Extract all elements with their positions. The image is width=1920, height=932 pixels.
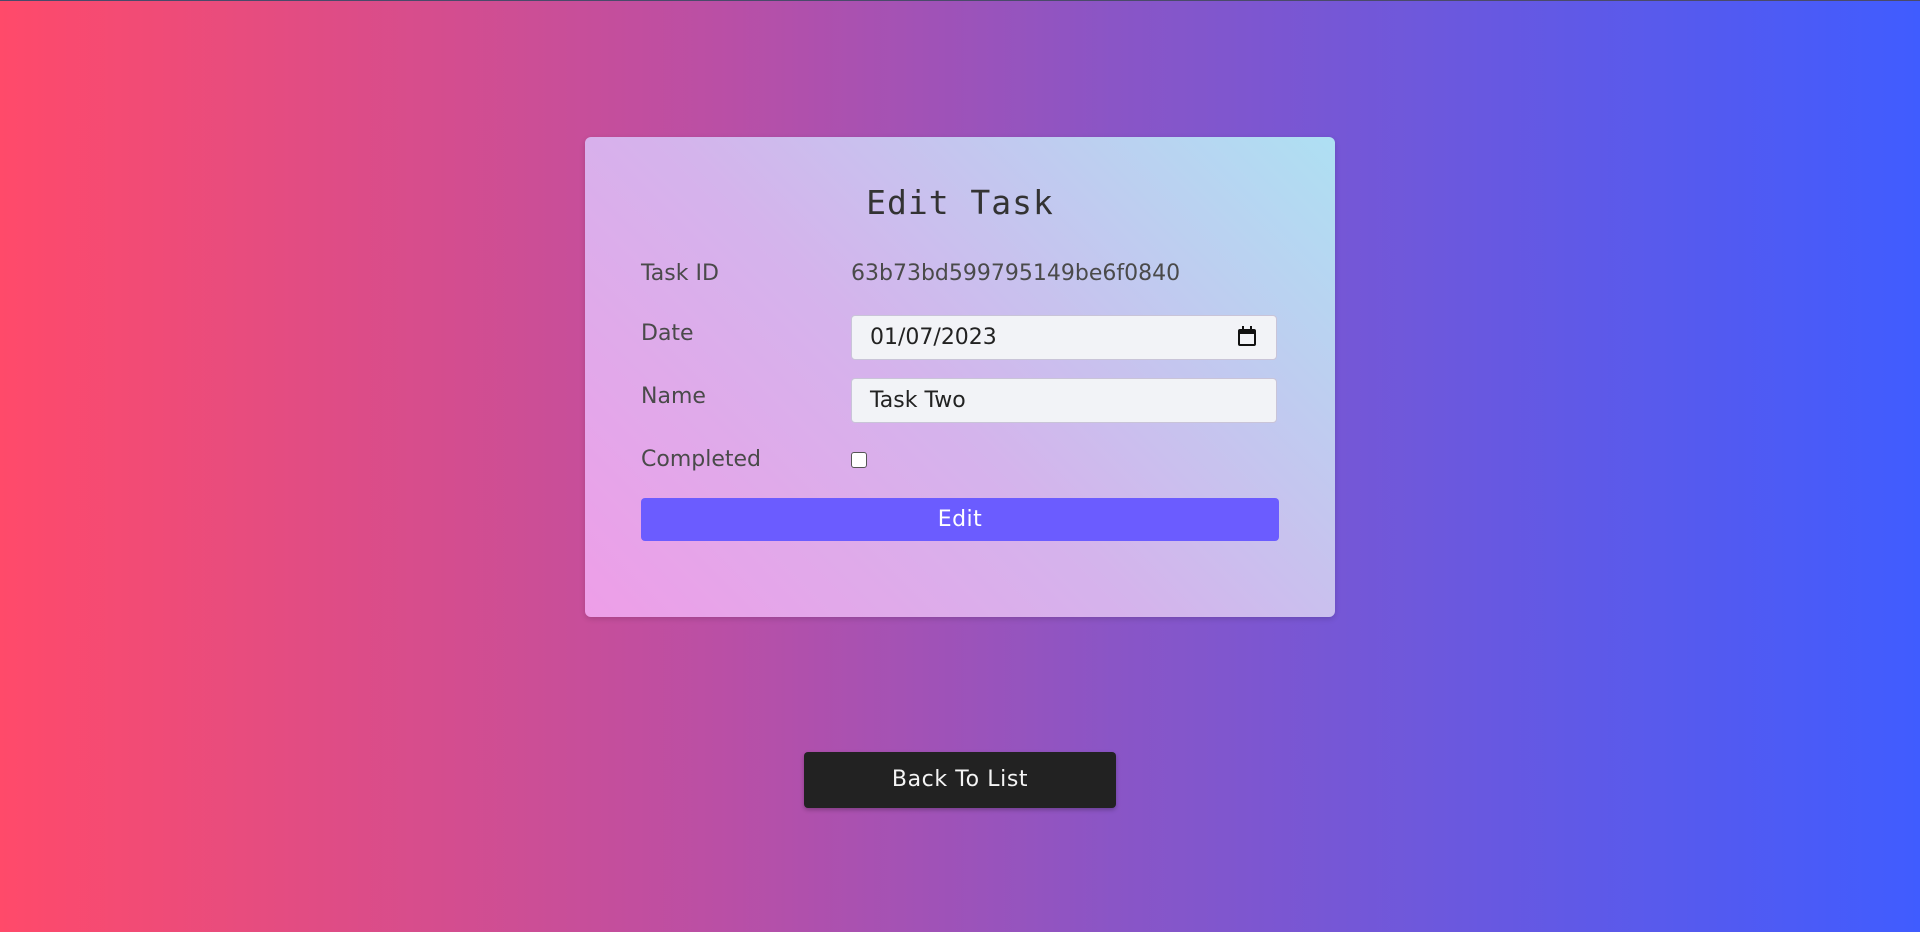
date-label: Date xyxy=(641,321,694,346)
name-label: Name xyxy=(641,384,706,409)
edit-button[interactable]: Edit xyxy=(641,498,1279,541)
name-input[interactable]: Task Two xyxy=(851,378,1277,423)
back-to-list-button[interactable]: Back To List xyxy=(804,752,1116,808)
date-input[interactable]: 01/07/2023 xyxy=(851,315,1277,360)
task-id-label: Task ID xyxy=(641,261,719,286)
top-border-line xyxy=(0,0,1920,1)
edit-task-card: Edit Task Task ID 63b73bd599795149be6f08… xyxy=(585,137,1335,617)
completed-checkbox[interactable] xyxy=(851,452,867,468)
page-title: Edit Task xyxy=(866,183,1054,222)
date-input-value: 01/07/2023 xyxy=(870,325,997,350)
completed-label: Completed xyxy=(641,447,761,472)
task-id-value: 63b73bd599795149be6f0840 xyxy=(851,261,1181,286)
name-input-value: Task Two xyxy=(870,388,966,413)
calendar-icon[interactable] xyxy=(1238,326,1256,346)
